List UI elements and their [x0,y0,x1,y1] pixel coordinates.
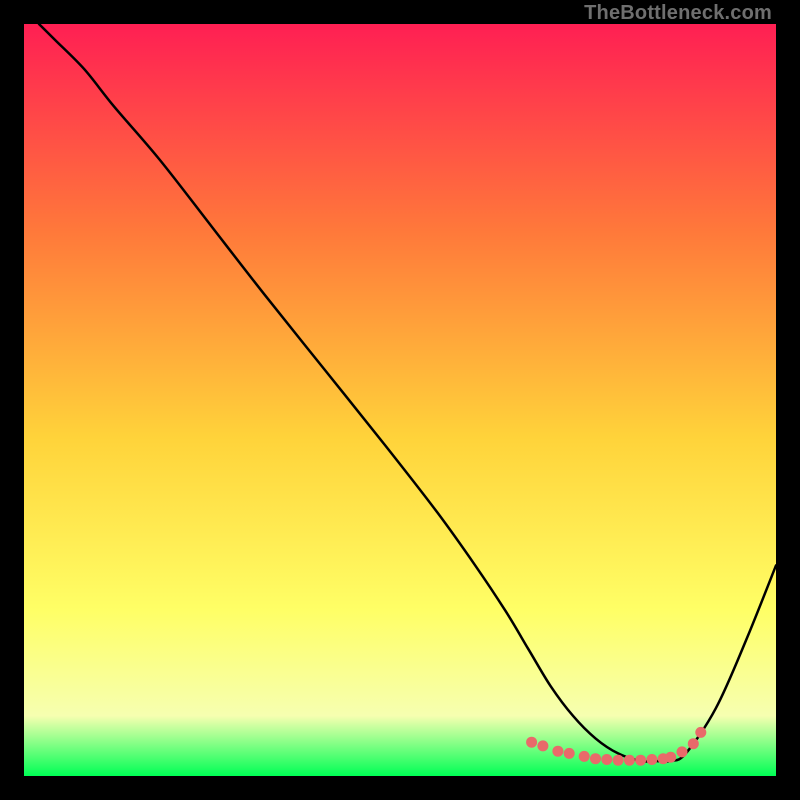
highlight-dot [601,754,612,765]
highlight-dot [526,737,537,748]
gradient-background [24,24,776,776]
highlight-dot [624,755,635,766]
highlight-dot [635,755,646,766]
highlight-dot [688,738,699,749]
highlight-dot [646,754,657,765]
highlight-dot [552,746,563,757]
highlight-dot [677,746,688,757]
highlight-dot [579,751,590,762]
highlight-dot [564,748,575,759]
highlight-dot [665,752,676,763]
highlight-dot [590,753,601,764]
chart-frame [24,24,776,776]
highlight-dot [695,727,706,738]
watermark-text: TheBottleneck.com [584,2,772,25]
highlight-dot [537,740,548,751]
highlight-dot [613,755,624,766]
bottleneck-chart [24,24,776,776]
